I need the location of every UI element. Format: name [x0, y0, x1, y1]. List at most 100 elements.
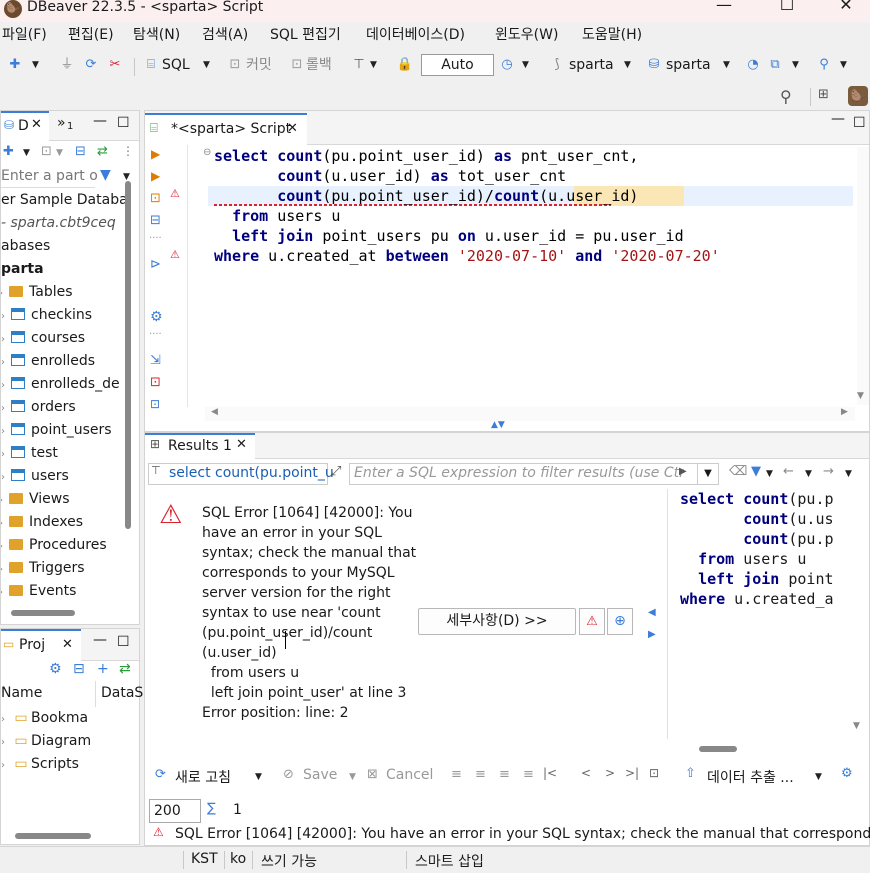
- collapse-all-icon[interactable]: ⊟: [73, 661, 85, 677]
- forward-dropdown-icon[interactable]: ▼: [845, 469, 852, 479]
- filter-icon[interactable]: ▼: [751, 464, 761, 479]
- connect-icon[interactable]: ⏚: [58, 56, 76, 74]
- format-sql-icon[interactable]: ⊡: [150, 397, 160, 411]
- open-perspective-icon[interactable]: ⊞: [818, 87, 829, 102]
- scroll-right-icon[interactable]: ▶: [841, 407, 848, 417]
- connection-dropdown-icon[interactable]: ▼: [624, 60, 631, 70]
- tree-item-folder[interactable]: › Triggers: [1, 557, 85, 580]
- menu-edit[interactable]: 편집(E): [68, 26, 114, 44]
- expand-chevron-icon[interactable]: ›: [1, 581, 9, 604]
- row-count-icon[interactable]: ∑: [207, 801, 216, 816]
- error-marker-icon[interactable]: ⚠: [170, 248, 180, 261]
- column-header-datasource[interactable]: DataS: [101, 685, 143, 701]
- expand-chevron-icon[interactable]: ›: [1, 374, 11, 397]
- active-connection-selector[interactable]: sparta: [569, 56, 614, 74]
- lock-icon[interactable]: 🔒: [396, 56, 414, 74]
- view-menu-icon[interactable]: ⋮: [122, 144, 134, 158]
- maximize-panel-icon[interactable]: ☐: [117, 634, 130, 650]
- search-web-icon[interactable]: ⊕: [607, 608, 633, 635]
- expand-chevron-icon[interactable]: ›: [1, 351, 11, 374]
- editor-vertical-scrollbar[interactable]: ▼: [857, 147, 869, 405]
- tree-item-table[interactable]: › enrolleds_de: [1, 373, 120, 396]
- schema-dropdown-icon[interactable]: ▼: [723, 60, 730, 70]
- filter-history-dropdown-icon[interactable]: ▼: [697, 463, 719, 485]
- refresh-dropdown-icon[interactable]: ▼: [255, 772, 262, 782]
- sash-toggle-icon[interactable]: ▲▼: [491, 420, 505, 430]
- execute-new-tab-icon[interactable]: ⊡: [150, 191, 161, 206]
- link-with-editor-icon[interactable]: ⇄: [97, 144, 108, 159]
- dbeaver-perspective-icon[interactable]: 🦫: [848, 86, 868, 106]
- history-icon[interactable]: ◷: [498, 56, 516, 74]
- export-data-button[interactable]: 데이터 추출 ...: [707, 767, 794, 787]
- navigator-vertical-scrollbar[interactable]: [125, 181, 131, 529]
- filter-icon[interactable]: ▼: [100, 167, 111, 183]
- panel-toggle-right-icon[interactable]: ▶: [648, 629, 656, 640]
- menu-database[interactable]: 데이터베이스(D): [366, 26, 465, 44]
- tree-item-table[interactable]: › enrolleds: [1, 350, 95, 373]
- tree-item-table[interactable]: › courses: [1, 327, 85, 350]
- close-window-button[interactable]: ✕: [826, 0, 866, 18]
- forward-icon[interactable]: →: [823, 464, 834, 479]
- tree-item-db[interactable]: parta: [1, 258, 44, 281]
- expand-chevron-icon[interactable]: ›: [1, 443, 11, 466]
- history-dropdown-icon[interactable]: ▼: [522, 60, 529, 70]
- expand-chevron-icon[interactable]: ›: [1, 397, 11, 420]
- new-folder-icon[interactable]: ⊡: [41, 144, 52, 159]
- refresh-icon[interactable]: ⟳: [155, 767, 166, 782]
- export-script-icon[interactable]: ⊡: [150, 375, 161, 390]
- tree-item-table[interactable]: › orders: [1, 396, 76, 419]
- tree-item-table[interactable]: › users: [1, 465, 69, 488]
- scroll-down-icon[interactable]: ▼: [857, 391, 864, 401]
- expand-chevron-icon[interactable]: ›: [1, 512, 9, 535]
- add-icon[interactable]: +: [97, 661, 109, 677]
- sql-dropdown-icon[interactable]: ▼: [203, 60, 210, 70]
- expand-chevron-icon[interactable]: ›: [1, 731, 11, 754]
- sql-editor-icon[interactable]: ⌸: [142, 56, 160, 74]
- close-tab-icon[interactable]: ✕: [287, 115, 298, 143]
- export-dropdown-icon[interactable]: ▼: [815, 772, 822, 782]
- editor-tab-script[interactable]: ⌸ *<sparta> Script ✕: [145, 113, 307, 145]
- quick-search-icon[interactable]: ⚲: [780, 87, 792, 106]
- minimize-panel-icon[interactable]: —: [93, 113, 107, 129]
- invalidate-icon[interactable]: ⟳: [82, 56, 100, 74]
- expand-filter-icon[interactable]: ⤢: [331, 464, 341, 479]
- new-connection-icon[interactable]: ✚: [3, 144, 14, 159]
- import-script-icon[interactable]: ⇲: [150, 353, 161, 368]
- preview-horizontal-scrollbar[interactable]: [699, 746, 737, 752]
- back-icon[interactable]: ←: [783, 464, 794, 479]
- close-tab-icon[interactable]: ✕: [236, 437, 247, 452]
- panel-settings-icon[interactable]: ⚙: [841, 766, 853, 781]
- new-connection-dropdown-icon[interactable]: ▼: [32, 60, 39, 70]
- expand-chevron-icon[interactable]: ›: [1, 489, 9, 512]
- new-connection-icon[interactable]: ✚: [6, 56, 24, 74]
- fetch-all-icon[interactable]: ⊡: [649, 766, 659, 780]
- link-with-editor-icon[interactable]: ⇄: [119, 661, 131, 677]
- filter-apply-icon[interactable]: ▶: [679, 466, 687, 477]
- close-tab-icon[interactable]: ✕: [62, 637, 73, 652]
- filter-settings-dropdown-icon[interactable]: ▼: [766, 469, 773, 479]
- scroll-left-icon[interactable]: ◀: [211, 407, 218, 417]
- refresh-button[interactable]: 새로 고침: [175, 767, 231, 787]
- navigator-horizontal-scrollbar[interactable]: [11, 610, 75, 616]
- active-schema-selector[interactable]: sparta: [666, 56, 711, 74]
- scroll-down-icon[interactable]: ▼: [853, 721, 860, 731]
- explain-plan-icon[interactable]: ⊟: [150, 213, 161, 228]
- back-dropdown-icon[interactable]: ▼: [805, 469, 812, 479]
- expand-chevron-icon[interactable]: ›: [1, 535, 9, 558]
- close-tab-icon[interactable]: ✕: [31, 117, 42, 132]
- first-page-icon[interactable]: |<: [543, 766, 557, 780]
- fold-collapse-icon[interactable]: ⊖: [203, 147, 211, 158]
- collapse-all-icon[interactable]: ⊟: [75, 144, 86, 159]
- project-settings-icon[interactable]: ⚙: [49, 661, 62, 677]
- expand-chevron-icon[interactable]: ›: [1, 328, 11, 351]
- new-connection-dropdown-icon[interactable]: ▼: [23, 148, 30, 158]
- new-folder-dropdown-icon[interactable]: ▼: [56, 148, 63, 158]
- console-icon[interactable]: ⊳: [150, 257, 161, 272]
- menu-window[interactable]: 윈도우(W): [495, 26, 558, 44]
- dashboard-icon[interactable]: ◔: [744, 56, 762, 74]
- tree-item-table[interactable]: › point_users: [1, 419, 112, 442]
- column-header-name[interactable]: Name: [1, 685, 42, 701]
- projects-horizontal-scrollbar[interactable]: [15, 833, 91, 839]
- project-item-bookmarks[interactable]: › ▭ Bookma: [1, 707, 88, 730]
- previous-page-icon[interactable]: <: [581, 766, 591, 780]
